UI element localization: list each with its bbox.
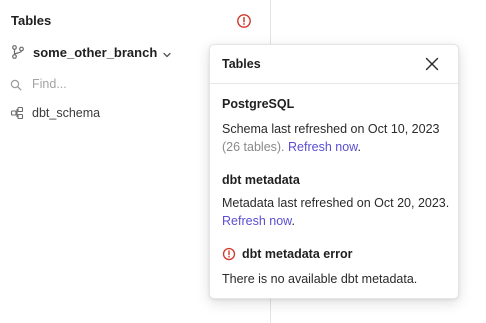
branch-name: some_other_branch (33, 44, 158, 60)
popover-header: Tables (210, 45, 458, 84)
close-icon (425, 57, 439, 71)
dbt-refresh-text: Metadata last refreshed on Oct 20, 2023. (222, 196, 450, 210)
postgres-refresh-text: Schema last refreshed on Oct 10, 2023 (222, 122, 440, 136)
postgres-suffix: . (357, 140, 361, 154)
schema-label: dbt_schema (32, 106, 101, 120)
search-input[interactable] (32, 77, 192, 91)
schema-icon (10, 106, 24, 120)
git-branch-icon (10, 44, 26, 60)
postgres-section-text: Schema last refreshed on Oct 10, 2023 (2… (222, 120, 450, 156)
search-icon (10, 78, 22, 91)
tables-info-popover: Tables PostgreSQL Schema last refreshed … (209, 44, 459, 299)
dbt-section-text: Metadata last refreshed on Oct 20, 2023.… (222, 194, 450, 230)
error-icon (222, 247, 236, 261)
search-box (10, 74, 200, 94)
popover-title: Tables (222, 57, 261, 71)
postgres-table-count: (26 tables). (222, 140, 285, 154)
schema-item[interactable]: dbt_schema (10, 106, 100, 120)
postgres-section-title: PostgreSQL (222, 97, 295, 111)
dbt-refresh-link[interactable]: Refresh now (222, 214, 291, 228)
dbt-section-title: dbt metadata (222, 173, 300, 187)
sidebar-title: Tables (11, 13, 52, 28)
error-title-label: dbt metadata error (242, 247, 353, 261)
chevron-down-icon (162, 47, 172, 58)
error-alert-icon[interactable] (236, 13, 252, 29)
postgres-refresh-link[interactable]: Refresh now (288, 140, 357, 154)
close-button[interactable] (425, 57, 439, 71)
dbt-error-title: dbt metadata error (222, 247, 352, 261)
dbt-suffix: . (291, 214, 295, 228)
dbt-error-text: There is no available dbt metadata. (222, 272, 418, 286)
branch-selector[interactable]: some_other_branch (10, 44, 172, 60)
